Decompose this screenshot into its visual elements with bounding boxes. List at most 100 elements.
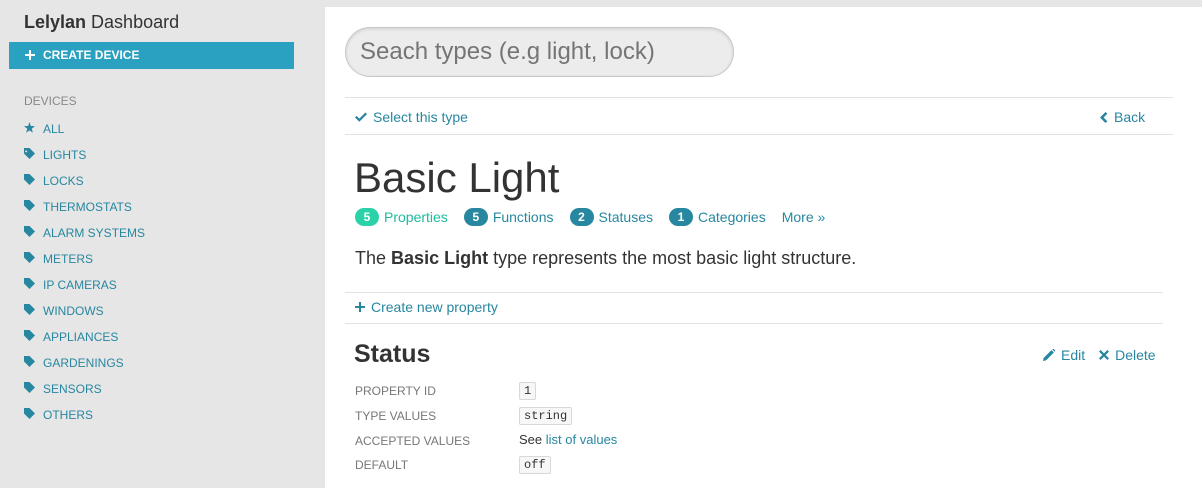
tag-icon bbox=[24, 174, 43, 188]
tab-categories[interactable]: 1 Categories bbox=[669, 208, 766, 226]
search-input[interactable] bbox=[345, 27, 734, 77]
main-panel: Select this type Back Basic Light 5 Prope… bbox=[325, 7, 1202, 488]
sidebar-item-label: IP CAMERAS bbox=[43, 278, 117, 292]
type-values-code: string bbox=[519, 407, 573, 425]
sidebar-item-label: SENSORS bbox=[43, 382, 102, 396]
tag-icon bbox=[24, 356, 43, 370]
sidebar-item-alarm-systems[interactable]: ALARM SYSTEMS bbox=[24, 220, 145, 246]
sidebar-item-label: ALL bbox=[43, 122, 65, 136]
sidebar-item-sensors[interactable]: SENSORS bbox=[24, 376, 145, 402]
sidebar-item-label: WINDOWS bbox=[43, 304, 104, 318]
sidebar-item-label: THERMOSTATS bbox=[43, 200, 132, 214]
chevron-left-icon bbox=[1100, 111, 1108, 123]
sidebar-item-label: ALARM SYSTEMS bbox=[43, 226, 146, 240]
sidebar-item-appliances[interactable]: APPLIANCES bbox=[24, 324, 145, 350]
count-badge: 5 bbox=[355, 208, 379, 226]
type-values-row: TYPE VALUES string bbox=[355, 405, 955, 427]
sidebar-item-thermostats[interactable]: THERMOSTATS bbox=[24, 194, 145, 220]
edit-property-button[interactable]: Edit bbox=[1043, 347, 1085, 363]
sidebar-item-label: APPLIANCES bbox=[43, 330, 119, 344]
default-value: off bbox=[519, 456, 551, 474]
sidebar-item-label: METERS bbox=[43, 252, 94, 266]
list-of-values-link[interactable]: list of values bbox=[546, 432, 618, 447]
edit-label: Edit bbox=[1061, 347, 1086, 363]
back-label: Back bbox=[1114, 109, 1146, 125]
type-tabs: 5 Properties 5 Functions 2 Statuses 1 Catego… bbox=[355, 208, 825, 226]
tab-label: Categories bbox=[698, 209, 766, 225]
default-label: DEFAULT bbox=[355, 458, 409, 472]
divider bbox=[345, 292, 1163, 293]
create-device-label: CREATE DEVICE bbox=[43, 48, 140, 62]
tag-icon bbox=[24, 408, 43, 422]
devices-section-title: DEVICES bbox=[24, 94, 77, 108]
tag-icon bbox=[24, 382, 43, 396]
property-id-code: 1 bbox=[519, 382, 537, 400]
sidebar-item-locks[interactable]: LOCKS bbox=[24, 168, 145, 194]
plus-icon bbox=[355, 302, 365, 312]
sidebar-item-label: LOCKS bbox=[43, 174, 84, 188]
count-badge: 1 bbox=[669, 208, 693, 226]
pencil-icon bbox=[1043, 349, 1055, 361]
check-icon bbox=[355, 112, 367, 122]
property-id-label: PROPERTY ID bbox=[355, 384, 436, 398]
tab-label: Statuses bbox=[598, 209, 653, 225]
tag-icon bbox=[24, 278, 43, 292]
create-device-button[interactable]: CREATE DEVICE bbox=[9, 42, 294, 69]
property-id-row: PROPERTY ID 1 bbox=[355, 380, 955, 402]
sidebar-item-others[interactable]: OTHERS bbox=[24, 402, 145, 428]
tag-icon bbox=[24, 200, 43, 214]
more-link[interactable]: More » bbox=[782, 209, 826, 225]
tag-icon bbox=[24, 148, 43, 162]
page-title: Basic Light bbox=[354, 154, 560, 201]
app-title[interactable]: Lelylan Dashboard bbox=[24, 12, 179, 33]
tab-statuses[interactable]: 2 Statuses bbox=[569, 208, 653, 226]
tab-label: Properties bbox=[384, 209, 448, 225]
accepted-values-prefix: See bbox=[519, 432, 543, 447]
sidebar-item-lights[interactable]: LIGHTS bbox=[24, 142, 145, 168]
sidebar-item-gardenings[interactable]: GARDENINGS bbox=[24, 350, 145, 376]
tab-label: Functions bbox=[492, 209, 554, 225]
sidebar-item-label: LIGHTS bbox=[43, 148, 87, 162]
sidebar-item-meters[interactable]: METERS bbox=[24, 246, 145, 272]
accepted-values-value: See list of values bbox=[519, 432, 617, 447]
divider bbox=[345, 134, 1173, 135]
sidebar-item-label: GARDENINGS bbox=[43, 356, 124, 370]
sidebar-item-ip-cameras[interactable]: IP CAMERAS bbox=[24, 272, 145, 298]
back-link[interactable]: Back bbox=[1100, 109, 1145, 125]
plus-icon bbox=[25, 50, 35, 60]
sidebar-item-label: OTHERS bbox=[43, 408, 94, 422]
count-badge: 5 bbox=[463, 208, 488, 226]
tag-icon bbox=[24, 304, 43, 318]
description-type-name: Basic Light bbox=[391, 248, 489, 268]
sidebar-item-windows[interactable]: WINDOWS bbox=[24, 298, 145, 324]
count-badge: 2 bbox=[569, 208, 594, 226]
type-values-value: string bbox=[519, 407, 573, 425]
type-values-label: TYPE VALUES bbox=[355, 409, 437, 423]
tag-icon bbox=[24, 252, 43, 266]
star-icon bbox=[24, 122, 43, 136]
create-property-label: Create new property bbox=[371, 299, 498, 315]
divider bbox=[345, 97, 1173, 98]
select-type-link[interactable]: Select this type bbox=[355, 109, 468, 125]
delete-label: Delete bbox=[1115, 347, 1156, 363]
tab-properties[interactable]: 5 Properties bbox=[355, 208, 448, 226]
sidebar-item-all[interactable]: ALL bbox=[24, 116, 145, 142]
accepted-values-row: ACCEPTED VALUES See list of values bbox=[355, 430, 955, 452]
tag-icon bbox=[24, 330, 43, 344]
type-description: The Basic Light type represents the most… bbox=[355, 248, 856, 269]
default-row: DEFAULT off bbox=[355, 454, 955, 476]
delete-property-button[interactable]: Delete bbox=[1099, 347, 1156, 363]
create-property-link[interactable]: Create new property bbox=[355, 299, 498, 315]
brand-suffix: Dashboard bbox=[91, 12, 180, 32]
accepted-values-label: ACCEPTED VALUES bbox=[355, 434, 471, 448]
property-actions: Edit Delete bbox=[1043, 347, 1170, 363]
description-text: The bbox=[355, 248, 387, 268]
default-code: off bbox=[519, 456, 551, 474]
select-type-label: Select this type bbox=[373, 109, 468, 125]
divider bbox=[345, 323, 1163, 324]
description-text: type represents the most basic light str… bbox=[493, 248, 857, 268]
property-id-value: 1 bbox=[519, 382, 537, 400]
close-icon bbox=[1099, 350, 1110, 360]
devices-nav: ALL LIGHTS LOCKS THERMOSTATS ALARM SYSTE… bbox=[24, 116, 145, 428]
tab-functions[interactable]: 5 Functions bbox=[463, 208, 554, 226]
